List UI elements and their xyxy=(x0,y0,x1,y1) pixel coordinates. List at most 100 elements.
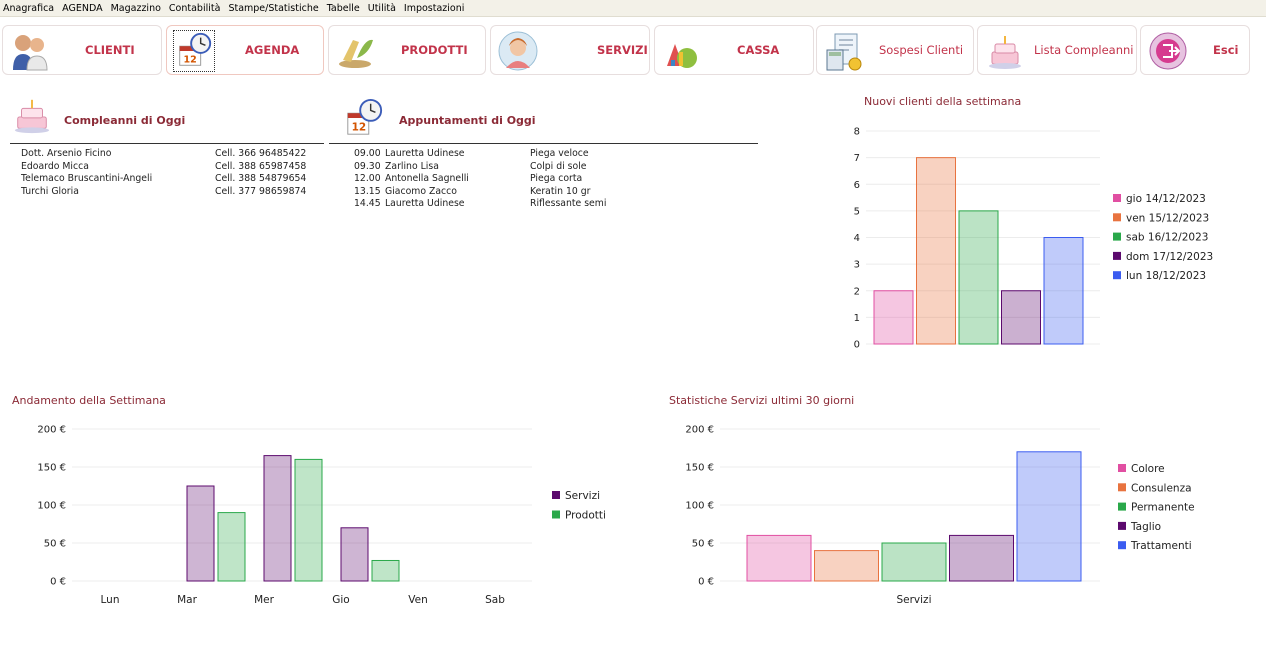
menu-magazzino[interactable]: Magazzino xyxy=(111,3,161,14)
legend-swatch xyxy=(552,491,560,499)
birthday-name: Telemaco Bruscantini-Angeli xyxy=(21,173,153,185)
birthday-row[interactable]: Turchi Gloria Cell. 377 98659874 xyxy=(21,186,321,199)
chart-bar xyxy=(746,534,812,582)
birthday-row[interactable]: Telemaco Bruscantini-Angeli Cell. 388 548… xyxy=(21,173,321,186)
appointment-time: 09.00 xyxy=(354,148,381,159)
legend-label: Servizi xyxy=(565,490,600,502)
appointment-row[interactable]: 13.15 Giacomo Zacco Keratin 10 gr xyxy=(354,186,754,199)
legend-swatch xyxy=(552,510,560,519)
birthdays-divider xyxy=(10,143,324,144)
menu-utilita[interactable]: Utilità xyxy=(368,3,396,14)
legend-swatch xyxy=(1118,521,1126,530)
chart-services-stats-title: Statistiche Servizi ultimi 30 giorni xyxy=(669,394,855,407)
legend-swatch xyxy=(1113,271,1121,280)
chart-new-clients: 0 1 2 3 4 5 6 7 8 gio 14/12/2023 ven 15/12/2023 sab… xyxy=(854,127,1214,351)
appointment-service: Colpi di sole xyxy=(530,160,587,172)
menu-contabilita[interactable]: Contabilità xyxy=(169,3,221,14)
birthday-phone: Cell. 388 65987458 xyxy=(215,160,307,172)
x-tick-label: Servizi xyxy=(896,594,931,606)
legend-swatch xyxy=(1118,483,1126,492)
x-tick-label: Sab xyxy=(485,594,505,606)
birthday-name: Dott. Arsenio Ficino xyxy=(21,148,112,159)
birthday-name: Turchi Gloria xyxy=(21,185,79,197)
legend-swatch xyxy=(1113,194,1121,202)
appointment-service: Piega veloce xyxy=(530,148,589,159)
legend-swatch xyxy=(1113,251,1121,260)
appointment-time: 13.15 xyxy=(354,185,381,197)
appointments-title: Appuntamenti di Oggi xyxy=(399,114,536,127)
appointment-row[interactable]: 09.00 Lauretta Udinese Piega veloce xyxy=(354,148,754,161)
svg-text:12: 12 xyxy=(184,54,197,65)
birthday-row[interactable]: Edoardo Micca Cell. 388 65987458 xyxy=(21,161,321,174)
legend-swatch xyxy=(1118,464,1126,472)
birthdays-list: Dott. Arsenio Ficino Cell. 366 96485422 Ed… xyxy=(21,148,321,198)
services-icon xyxy=(498,31,538,71)
sospesi-clienti-button[interactable]: Sospesi Clienti xyxy=(816,25,974,75)
birthday-phone: Cell. 366 96485422 xyxy=(215,148,307,159)
menu-stampe-statistiche[interactable]: Stampe/Statistiche xyxy=(228,3,318,14)
calendar-clock-icon: 12 xyxy=(347,98,383,135)
y-tick-label: 0 € xyxy=(50,577,66,588)
chart-bar xyxy=(1043,237,1084,345)
y-tick-label: 150 € xyxy=(37,463,66,474)
toolbar: CLIENTI 12 AGENDA PRODOTTI SERVIZI CASSA xyxy=(0,23,1266,77)
birthday-row[interactable]: Dott. Arsenio Ficino Cell. 366 96485422 xyxy=(21,148,321,161)
y-tick-label: 8 xyxy=(854,127,860,138)
cassa-button[interactable]: CASSA xyxy=(654,25,814,75)
x-tick-label: Lun xyxy=(101,594,120,606)
chart-bar xyxy=(263,455,292,582)
appointment-client: Lauretta Udinese xyxy=(385,198,465,210)
cake-icon xyxy=(989,36,1021,69)
appointment-row[interactable]: 12.00 Antonella Sagnelli Piega corta xyxy=(354,173,754,186)
servizi-button[interactable]: SERVIZI xyxy=(490,25,650,75)
birthday-name: Edoardo Micca xyxy=(21,160,89,172)
menu-agenda[interactable]: AGENDA xyxy=(62,3,102,14)
appointment-client: Giacomo Zacco xyxy=(385,185,457,197)
chart-services-stats: 0 € 50 € 100 € 150 € 200 € Servizi Colore Consu… xyxy=(685,425,1195,607)
y-tick-label: 50 € xyxy=(44,539,66,550)
svg-text:12: 12 xyxy=(352,121,367,133)
legend-label: sab 16/12/2023 xyxy=(1126,232,1208,244)
y-tick-label: 50 € xyxy=(692,539,714,550)
appointments-list: 09.00 Lauretta Udinese Piega veloce 09.30 Za… xyxy=(354,148,754,211)
chart-bar xyxy=(1016,451,1082,582)
clienti-button[interactable]: CLIENTI xyxy=(2,25,162,75)
y-tick-label: 100 € xyxy=(37,501,66,512)
appointment-row[interactable]: 09.30 Zarlino Lisa Colpi di sole xyxy=(354,161,754,174)
legend-label: Trattamenti xyxy=(1130,540,1192,552)
exit-icon xyxy=(1149,32,1187,70)
chart-bar xyxy=(340,527,369,582)
chart-bar xyxy=(916,157,956,345)
menu-tabelle[interactable]: Tabelle xyxy=(327,3,360,14)
cash-icon xyxy=(667,44,697,68)
menu-impostazioni[interactable]: Impostazioni xyxy=(404,3,465,14)
legend-label: dom 17/12/2023 xyxy=(1126,251,1213,263)
appointment-service: Riflessante semi xyxy=(530,198,607,210)
chart-bar xyxy=(371,559,400,582)
y-tick-label: 150 € xyxy=(685,463,714,474)
legend-swatch xyxy=(1118,541,1126,550)
appointment-row[interactable]: 14.45 Lauretta Udinese Riflessante semi xyxy=(354,198,754,211)
chart-bar xyxy=(294,458,323,582)
prodotti-button[interactable]: PRODOTTI xyxy=(328,25,486,75)
x-tick-label: Mer xyxy=(254,594,275,606)
y-tick-label: 200 € xyxy=(37,425,66,436)
appointment-service: Keratin 10 gr xyxy=(530,185,591,197)
y-tick-label: 7 xyxy=(854,153,860,164)
calendar-clock-icon: 12 xyxy=(173,30,215,72)
x-tick-label: Mar xyxy=(177,594,197,606)
birthday-phone: Cell. 377 98659874 xyxy=(215,185,307,197)
y-tick-label: 200 € xyxy=(685,425,714,436)
y-tick-label: 4 xyxy=(854,233,860,244)
chart-bar xyxy=(949,534,1014,582)
appointment-time: 09.30 xyxy=(354,160,381,172)
lista-compleanni-button[interactable]: Lista Compleanni xyxy=(977,25,1137,75)
agenda-button[interactable]: 12 AGENDA xyxy=(166,25,324,75)
products-icon xyxy=(339,39,373,68)
x-tick-label: Ven xyxy=(408,594,427,606)
y-tick-label: 5 xyxy=(854,206,860,217)
legend-label: Permanente xyxy=(1131,502,1195,514)
menu-anagrafica[interactable]: Anagrafica xyxy=(3,3,54,14)
chart-bar xyxy=(1001,290,1041,345)
esci-button[interactable]: Esci xyxy=(1140,25,1250,75)
